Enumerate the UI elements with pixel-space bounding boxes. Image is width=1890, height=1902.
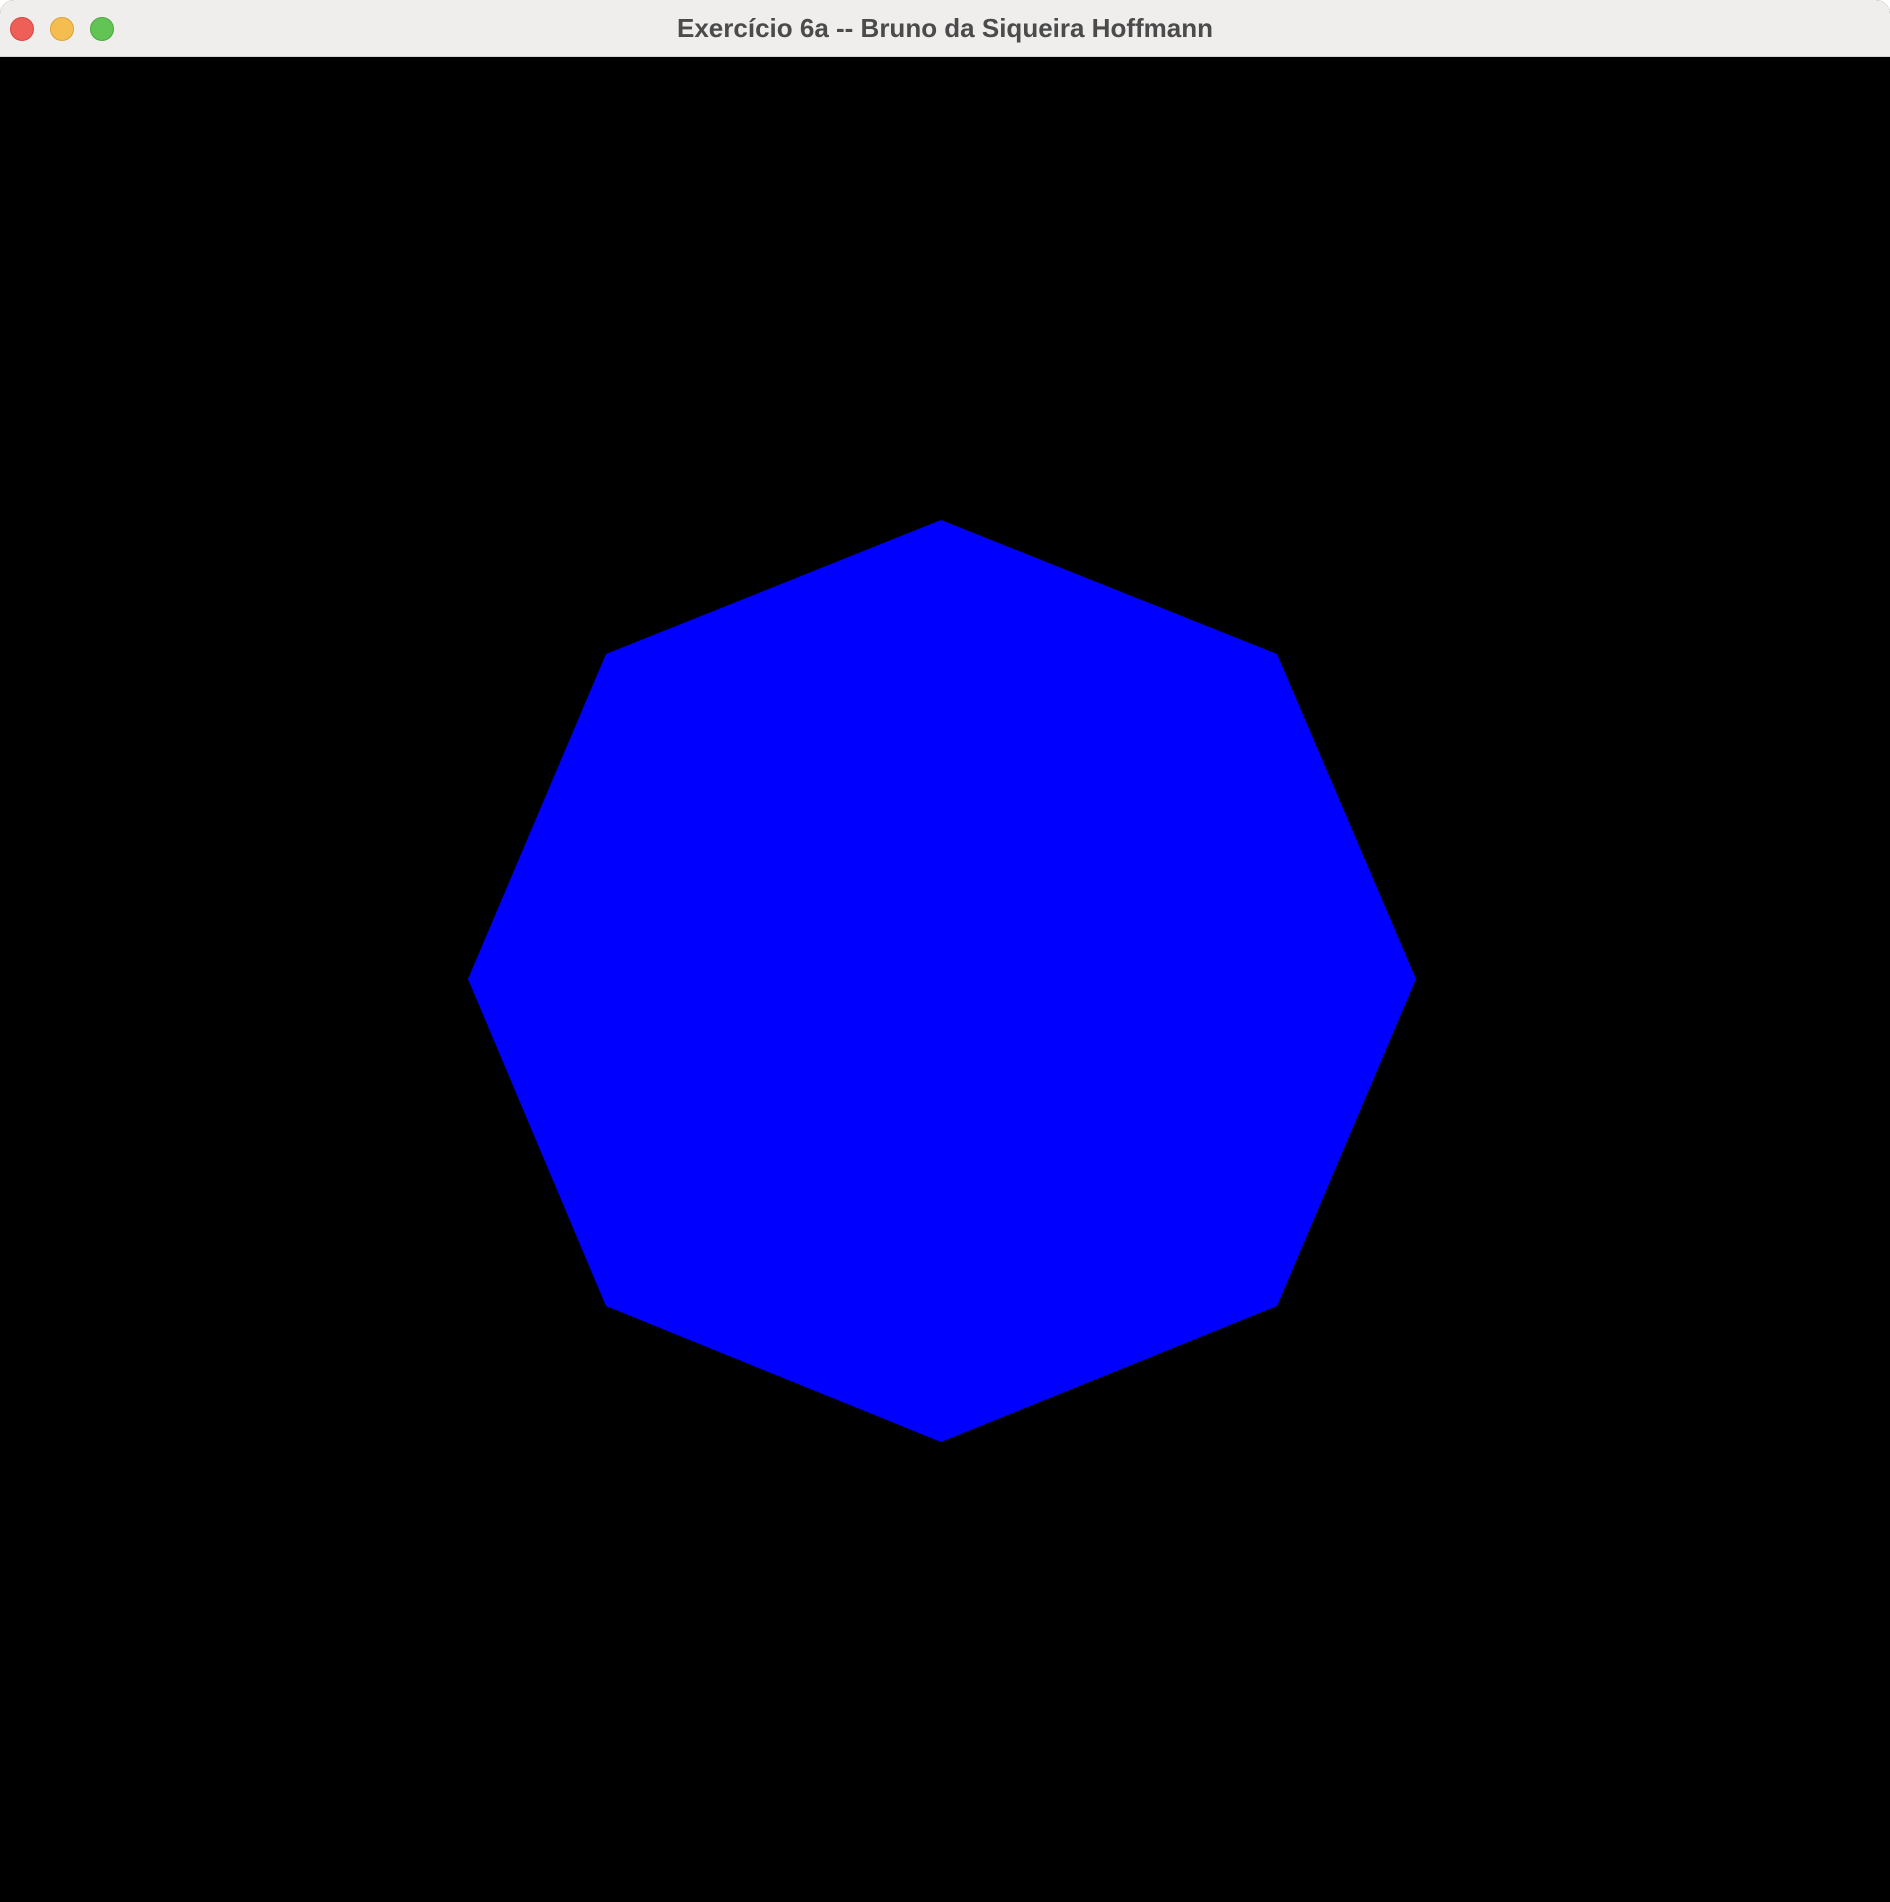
app-window: Exercício 6a -- Bruno da Siqueira Hoffma…: [0, 0, 1890, 1902]
octagon-shape: [468, 520, 1416, 1442]
window-title: Exercício 6a -- Bruno da Siqueira Hoffma…: [677, 13, 1213, 43]
title-bar[interactable]: Exercício 6a -- Bruno da Siqueira Hoffma…: [0, 0, 1890, 57]
opengl-canvas[interactable]: [0, 57, 1890, 1902]
drawing-surface: [468, 520, 1416, 1442]
